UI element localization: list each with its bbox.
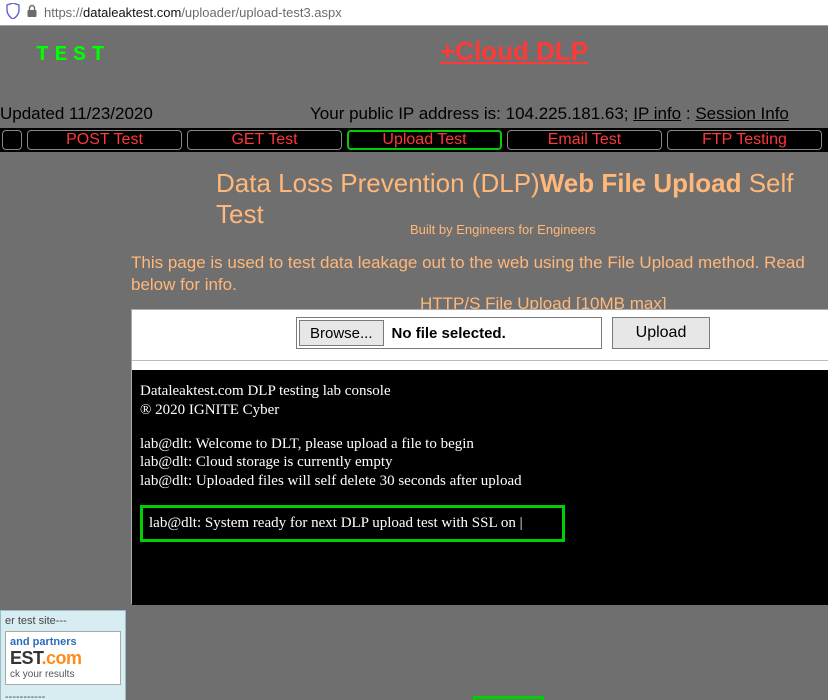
console-status-highlight: lab@dlt: System ready for next DLP uploa… (140, 505, 565, 542)
ip-info-link[interactable]: IP info (633, 104, 681, 123)
sidebar-widget: er test site--- and partners EST.com ck … (0, 610, 126, 700)
upload-panel: Browse... No file selected. Upload Datal… (131, 309, 828, 604)
console-output: Dataleaktest.com DLP testing lab console… (132, 370, 828, 605)
address-bar: https://dataleaktest.com/uploader/upload… (0, 0, 828, 26)
tab-ftp-testing[interactable]: FTP Testing (667, 130, 822, 150)
page-subtitle: Built by Engineers for Engineers (410, 222, 596, 237)
tab-email-test[interactable]: Email Test (507, 130, 662, 150)
partner-banner[interactable]: and partners EST.com ck your results (5, 631, 121, 685)
lock-icon[interactable] (26, 4, 38, 21)
upload-button[interactable]: Upload (612, 317, 710, 349)
ip-line: Your public IP address is: 104.225.181.6… (310, 104, 789, 124)
page-intro: This page is used to test data leakage o… (131, 252, 828, 296)
cloud-dlp-link[interactable]: +Cloud DLP (440, 36, 588, 67)
tab-get-test[interactable]: GET Test (187, 130, 342, 150)
session-info-link[interactable]: Session Info (695, 104, 789, 123)
page-body: TEST +Cloud DLP Updated 11/23/2020 Your … (0, 26, 828, 700)
file-input[interactable]: Browse... No file selected. (296, 317, 602, 349)
nav-tabs: POST Test GET Test Upload Test Email Tes… (0, 128, 828, 152)
file-status: No file selected. (392, 325, 506, 342)
file-row: Browse... No file selected. Upload (296, 317, 710, 349)
updated-text: Updated 11/23/2020 (0, 104, 153, 124)
tab-upload-test[interactable]: Upload Test (347, 130, 502, 150)
logo-text: TEST (36, 44, 110, 67)
browse-button[interactable]: Browse... (299, 320, 384, 346)
tab-post-test[interactable]: POST Test (27, 130, 182, 150)
shield-icon[interactable] (6, 3, 20, 22)
page-title: Data Loss Prevention (DLP)Web File Uploa… (216, 168, 828, 230)
nav-spacer (2, 130, 22, 150)
url-text[interactable]: https://dataleaktest.com/uploader/upload… (44, 5, 342, 20)
